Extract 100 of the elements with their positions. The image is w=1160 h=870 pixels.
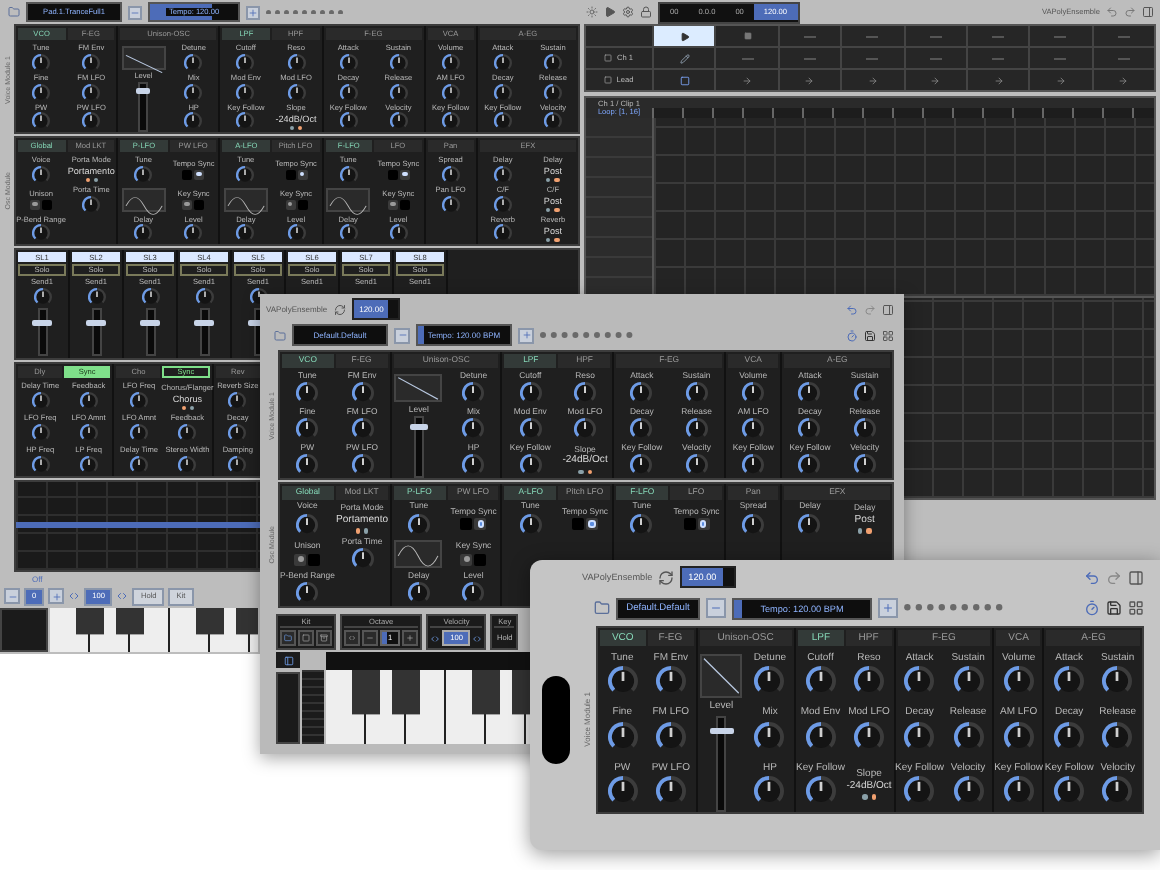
fader-track[interactable] — [413, 416, 424, 478]
knob[interactable] — [655, 721, 686, 752]
knob[interactable] — [130, 455, 148, 474]
toggle-switch[interactable] — [30, 199, 53, 210]
automation-graph[interactable] — [14, 480, 262, 572]
knob[interactable] — [805, 666, 836, 697]
knob[interactable] — [296, 418, 319, 441]
lock-icon[interactable] — [640, 6, 652, 18]
checkbox-icon[interactable] — [604, 76, 613, 84]
knob[interactable] — [441, 195, 460, 214]
knob[interactable] — [462, 381, 485, 404]
knob[interactable] — [493, 112, 512, 131]
knob[interactable] — [655, 666, 686, 697]
knob[interactable] — [462, 418, 485, 441]
knob[interactable] — [79, 392, 98, 411]
option-dot[interactable] — [554, 207, 560, 213]
knob[interactable] — [228, 424, 247, 443]
knob[interactable] — [754, 775, 785, 806]
drawer-button[interactable] — [316, 630, 332, 646]
knob[interactable] — [854, 666, 884, 697]
knob[interactable] — [389, 53, 408, 72]
knob[interactable] — [389, 83, 408, 102]
knob[interactable] — [236, 53, 255, 72]
knob[interactable] — [228, 455, 247, 474]
knob[interactable] — [1102, 666, 1133, 697]
knob[interactable] — [184, 53, 203, 72]
knob[interactable] — [1102, 721, 1133, 752]
knob[interactable] — [339, 165, 358, 184]
knob[interactable] — [953, 721, 984, 752]
knob[interactable] — [32, 83, 51, 102]
sidebar-icon[interactable] — [1142, 6, 1154, 18]
clip-button[interactable] — [654, 70, 715, 90]
knob[interactable] — [87, 287, 105, 306]
knob[interactable] — [519, 418, 542, 441]
option-dot[interactable] — [298, 125, 303, 131]
knob[interactable] — [805, 721, 836, 752]
knob[interactable] — [519, 454, 542, 477]
knob[interactable] — [904, 721, 935, 752]
knob[interactable] — [655, 775, 686, 806]
knob[interactable] — [287, 83, 306, 102]
arrows-icon[interactable] — [472, 633, 483, 643]
knob[interactable] — [441, 83, 460, 102]
knob[interactable] — [31, 392, 50, 411]
knob[interactable] — [685, 454, 708, 477]
fader-thumb[interactable] — [410, 424, 428, 431]
knob[interactable] — [339, 224, 358, 243]
knob[interactable] — [184, 83, 203, 102]
folder-icon[interactable] — [594, 600, 610, 616]
knob[interactable] — [607, 666, 638, 697]
option-dot[interactable] — [866, 528, 872, 534]
knob[interactable] — [462, 454, 485, 477]
knob[interactable] — [853, 418, 876, 441]
knob[interactable] — [287, 53, 306, 72]
knob[interactable] — [441, 165, 460, 184]
knob[interactable] — [32, 165, 51, 184]
toggle-switch[interactable] — [387, 169, 410, 180]
knob[interactable] — [32, 112, 51, 131]
knob[interactable] — [407, 513, 430, 536]
piano-keyboard[interactable] — [50, 608, 258, 652]
toggle-switch[interactable] — [285, 199, 308, 210]
knob[interactable] — [543, 53, 562, 72]
play-icon[interactable] — [604, 6, 616, 18]
option-dot[interactable] — [93, 178, 98, 183]
undo-icon[interactable] — [1084, 569, 1100, 585]
settings-icon[interactable] — [622, 6, 634, 18]
knob[interactable] — [296, 454, 319, 477]
knob[interactable] — [178, 455, 197, 474]
fader-thumb[interactable] — [194, 320, 214, 327]
knob[interactable] — [742, 381, 765, 404]
knob[interactable] — [236, 165, 255, 184]
knob[interactable] — [519, 513, 542, 536]
option-dot[interactable] — [587, 469, 592, 475]
knob[interactable] — [742, 513, 765, 536]
knob[interactable] — [754, 666, 785, 697]
stop-button[interactable] — [716, 26, 778, 46]
knob[interactable] — [407, 582, 430, 605]
knob[interactable] — [82, 112, 101, 131]
knob[interactable] — [389, 112, 408, 131]
option-dot[interactable] — [85, 178, 90, 183]
knob[interactable] — [134, 224, 153, 243]
save-icon[interactable] — [1106, 600, 1122, 616]
knob[interactable] — [493, 83, 512, 102]
knob[interactable] — [351, 454, 374, 477]
option-dot[interactable] — [546, 207, 551, 213]
knob[interactable] — [1102, 775, 1133, 806]
knob[interactable] — [742, 418, 765, 441]
knob[interactable] — [630, 418, 653, 441]
timer-icon[interactable] — [1084, 600, 1100, 616]
option-dot[interactable] — [858, 528, 863, 534]
knob[interactable] — [519, 381, 542, 404]
knob[interactable] — [742, 454, 765, 477]
panel-toggle-button[interactable] — [276, 652, 300, 668]
option-dot[interactable] — [289, 125, 295, 131]
knob[interactable] — [685, 418, 708, 441]
knob[interactable] — [798, 418, 821, 441]
knob[interactable] — [33, 287, 51, 306]
option-dot[interactable] — [364, 528, 369, 534]
option-dot[interactable] — [861, 794, 867, 801]
knob[interactable] — [493, 224, 512, 243]
knob[interactable] — [130, 424, 148, 443]
